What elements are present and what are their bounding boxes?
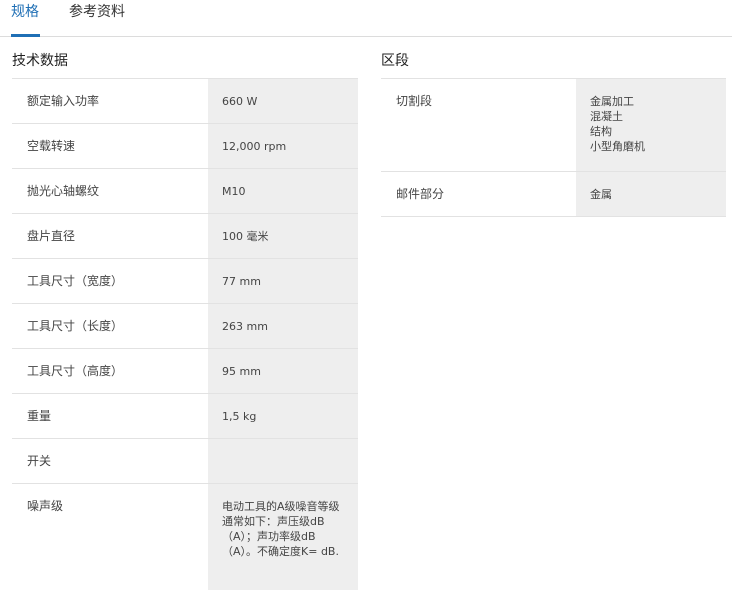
segment-table: 切割段 金属加工 混凝土 结构 小型角磨机 邮件部分 金属: [381, 78, 726, 217]
table-row: 额定输入功率 660 W: [12, 79, 358, 124]
tab-references[interactable]: 参考资料: [69, 3, 125, 21]
segment-value: 金属加工 混凝土 结构 小型角磨机: [576, 79, 726, 171]
spec-label: 额定输入功率: [27, 94, 100, 108]
segment-value: 金属: [576, 172, 726, 216]
spec-label: 开关: [27, 454, 52, 468]
segment-value-line: 混凝土: [590, 110, 623, 123]
table-row: 盘片直径 100 毫米: [12, 214, 358, 259]
spec-label: 空载转速: [27, 139, 76, 153]
spec-value: 263 mm: [208, 304, 358, 348]
spec-value: 77 mm: [208, 259, 358, 303]
spec-label: 工具尺寸（宽度）: [27, 274, 124, 288]
spec-label: 工具尺寸（长度）: [27, 319, 124, 333]
table-row: 邮件部分 金属: [381, 172, 726, 217]
table-row: 噪声级 电动工具的A级噪音等级通常如下：声压级dB（A）；声功率级dB（A）。不…: [12, 484, 358, 590]
table-row: 重量 1,5 kg: [12, 394, 358, 439]
table-row: 空载转速 12,000 rpm: [12, 124, 358, 169]
spec-label: 工具尺寸（高度）: [27, 364, 124, 378]
tab-bar: 规格 参考资料: [0, 0, 732, 37]
segment-title: 区段: [381, 53, 409, 69]
tech-data-title: 技术数据: [12, 53, 68, 69]
active-tab-indicator: [11, 34, 40, 37]
spec-value: 100 毫米: [208, 214, 358, 258]
table-row: 抛光心轴螺纹 M10: [12, 169, 358, 214]
segment-value-line: 小型角磨机: [590, 140, 645, 153]
segment-label: 切割段: [396, 94, 433, 108]
spec-label: 抛光心轴螺纹: [27, 184, 100, 198]
spec-value: M10: [208, 169, 358, 213]
spec-value: 95 mm: [208, 349, 358, 393]
tab-specifications[interactable]: 规格: [11, 3, 39, 21]
spec-label: 重量: [27, 409, 52, 423]
table-row: 工具尺寸（高度） 95 mm: [12, 349, 358, 394]
table-row: 工具尺寸（长度） 263 mm: [12, 304, 358, 349]
segment-value-line: 结构: [590, 125, 612, 138]
spec-value: 12,000 rpm: [208, 124, 358, 168]
segment-label: 邮件部分: [396, 187, 445, 201]
table-row: 切割段 金属加工 混凝土 结构 小型角磨机: [381, 79, 726, 172]
spec-label: 噪声级: [27, 499, 64, 513]
spec-value: 电动工具的A级噪音等级通常如下：声压级dB（A）；声功率级dB（A）。不确定度K…: [208, 484, 358, 590]
spec-value: 1,5 kg: [208, 394, 358, 438]
table-row: 开关: [12, 439, 358, 484]
tech-data-table: 额定输入功率 660 W 空载转速 12,000 rpm 抛光心轴螺纹 M10 …: [12, 78, 358, 590]
spec-value: 660 W: [208, 79, 358, 123]
segment-value-line: 金属加工: [590, 95, 634, 108]
spec-label: 盘片直径: [27, 229, 76, 243]
table-row: 工具尺寸（宽度） 77 mm: [12, 259, 358, 304]
spec-value: [208, 439, 358, 483]
segment-value-line: 金属: [590, 188, 612, 201]
